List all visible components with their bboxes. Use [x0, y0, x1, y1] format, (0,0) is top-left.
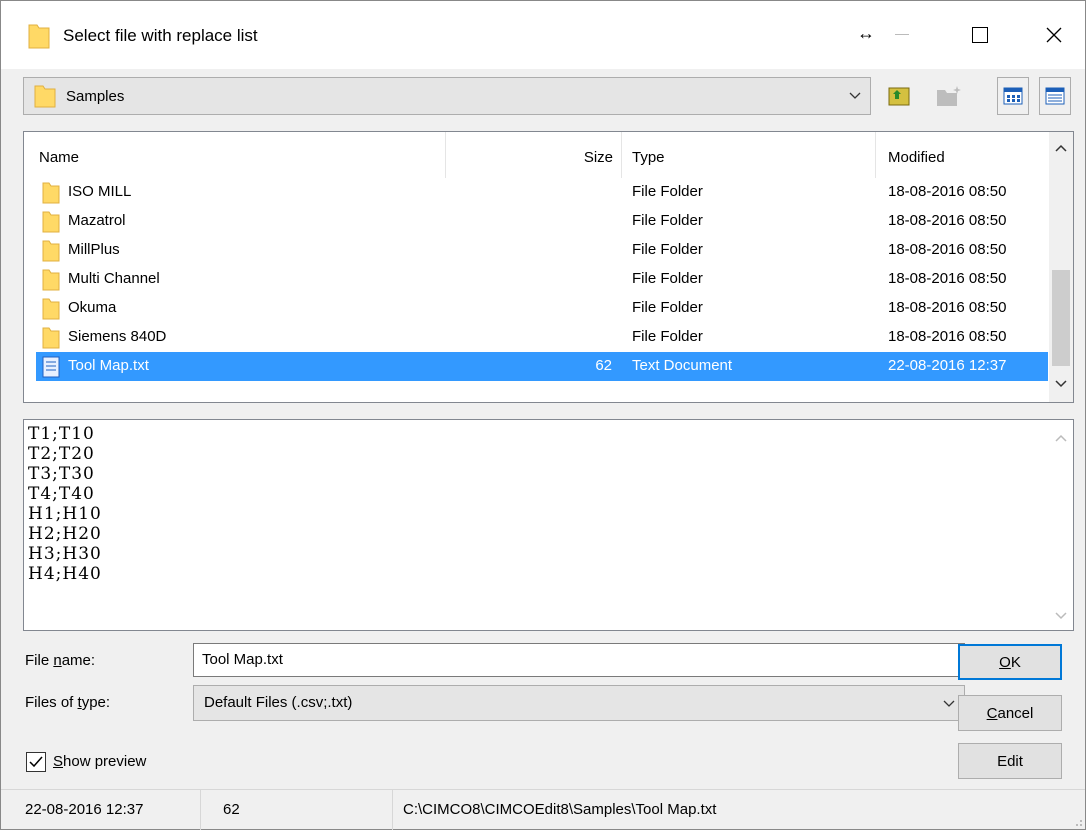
list-item[interactable]: ISO MILL File Folder 18-08-2016 08:50: [36, 178, 1048, 207]
column-header-name[interactable]: Name: [24, 132, 446, 178]
file-modified: 18-08-2016 08:50: [888, 328, 1007, 345]
file-name: ISO MILL: [68, 183, 132, 200]
show-preview-label[interactable]: Show preview: [53, 753, 146, 770]
up-folder-button[interactable]: [883, 77, 915, 115]
dialog-window: Select file with replace list ↔ Samples: [0, 0, 1086, 830]
show-preview-checkbox[interactable]: [26, 752, 46, 772]
status-path: C:\CIMCO8\CIMCOEdit8\Samples\Tool Map.tx…: [403, 801, 717, 818]
file-name-input[interactable]: Tool Map.txt: [193, 643, 965, 677]
chevron-down-icon[interactable]: [1053, 378, 1069, 390]
file-name: Mazatrol: [68, 212, 126, 229]
file-name: Multi Channel: [68, 270, 160, 287]
column-header-size[interactable]: Size: [446, 132, 622, 178]
preview-scrollbar[interactable]: [1049, 420, 1073, 630]
file-modified: 18-08-2016 08:50: [888, 212, 1007, 229]
ok-button[interactable]: OK: [958, 644, 1062, 680]
file-modified: 18-08-2016 08:50: [888, 183, 1007, 200]
list-item[interactable]: Tool Map.txt 62 Text Document 22-08-2016 12…: [36, 352, 1048, 381]
close-button[interactable]: [1031, 15, 1077, 55]
file-type: File Folder: [632, 328, 703, 345]
preview-pane[interactable]: T1;T10 T2;T20 T3;T30 T4;T40 H1;H10 H2;H2…: [23, 419, 1074, 631]
file-name-label: File name:: [25, 652, 96, 669]
edit-button[interactable]: Edit: [958, 743, 1062, 779]
folder-icon: [42, 327, 60, 349]
file-name: MillPlus: [68, 241, 120, 258]
file-list[interactable]: Name Size Type Modified ISO MILL File Fol…: [23, 131, 1074, 403]
details-view-icon: [1045, 87, 1065, 105]
chevron-down-icon[interactable]: [1053, 610, 1069, 622]
checkmark-icon: [29, 756, 43, 768]
maximize-button[interactable]: [957, 15, 1003, 55]
chevron-down-icon: [943, 700, 955, 707]
file-list-scrollbar[interactable]: [1049, 132, 1073, 402]
text-file-icon: [42, 356, 60, 378]
minimize-icon: [895, 34, 909, 35]
status-modified: 22-08-2016 12:37: [1, 790, 201, 830]
file-type: File Folder: [632, 299, 703, 316]
scroll-thumb[interactable]: [1052, 270, 1070, 366]
list-item[interactable]: Okuma File Folder 18-08-2016 08:50: [36, 294, 1048, 323]
new-folder-icon: [937, 86, 961, 106]
preview-text: T1;T10 T2;T20 T3;T30 T4;T40 H1;H10 H2;H2…: [28, 424, 102, 584]
list-item[interactable]: Multi Channel File Folder 18-08-2016 08:50: [36, 265, 1048, 294]
folder-icon: [42, 211, 60, 233]
file-name: Siemens 840D: [68, 328, 167, 345]
file-type: File Folder: [632, 270, 703, 287]
file-modified: 18-08-2016 08:50: [888, 241, 1007, 258]
file-modified: 22-08-2016 12:37: [888, 357, 1007, 374]
list-view-button[interactable]: [997, 77, 1029, 115]
column-header-type[interactable]: Type: [622, 132, 876, 178]
status-size: 62: [201, 790, 393, 830]
folder-up-icon: [888, 87, 910, 106]
files-of-type-label: Files of type:: [25, 694, 111, 711]
close-icon: [1046, 27, 1062, 43]
file-type: File Folder: [632, 183, 703, 200]
folder-icon: [28, 24, 50, 49]
new-folder-button[interactable]: [933, 77, 965, 115]
status-bar: 22-08-2016 12:37 62 C:\CIMCO8\CIMCOEdit8…: [1, 789, 1085, 830]
file-type: File Folder: [632, 212, 703, 229]
cancel-button[interactable]: Cancel: [958, 695, 1062, 731]
folder-icon: [34, 85, 56, 108]
file-type: Text Document: [632, 357, 733, 374]
file-type: File Folder: [632, 241, 703, 258]
details-view-button[interactable]: [1039, 77, 1071, 115]
title-bar[interactable]: Select file with replace list ↔: [1, 1, 1085, 69]
resize-arrows-icon[interactable]: ↔: [851, 13, 881, 53]
list-item[interactable]: Siemens 840D File Folder 18-08-2016 08:50: [36, 323, 1048, 352]
file-name: Tool Map.txt: [68, 357, 149, 374]
look-in-value: Samples: [66, 88, 125, 105]
file-modified: 18-08-2016 08:50: [888, 270, 1007, 287]
file-modified: 18-08-2016 08:50: [888, 299, 1007, 316]
list-view-icon: [1003, 87, 1023, 105]
chevron-down-icon: [849, 92, 861, 99]
column-header-modified[interactable]: Modified: [876, 132, 1048, 178]
folder-icon: [42, 182, 60, 204]
folder-icon: [42, 298, 60, 320]
maximize-icon: [972, 27, 988, 43]
file-name: Okuma: [68, 299, 117, 316]
minimize-button[interactable]: [879, 15, 925, 55]
resize-grip-icon[interactable]: [1071, 815, 1083, 827]
list-item[interactable]: Mazatrol File Folder 18-08-2016 08:50: [36, 207, 1048, 236]
window-title: Select file with replace list: [63, 26, 258, 45]
list-item[interactable]: MillPlus File Folder 18-08-2016 08:50: [36, 236, 1048, 265]
folder-icon: [42, 269, 60, 291]
look-in-combo[interactable]: Samples: [23, 77, 871, 115]
file-size: 62: [595, 357, 612, 374]
files-of-type-combo[interactable]: Default Files (.csv;.txt): [193, 685, 965, 721]
chevron-up-icon[interactable]: [1053, 432, 1069, 444]
folder-icon: [42, 240, 60, 262]
chevron-up-icon[interactable]: [1053, 142, 1069, 154]
